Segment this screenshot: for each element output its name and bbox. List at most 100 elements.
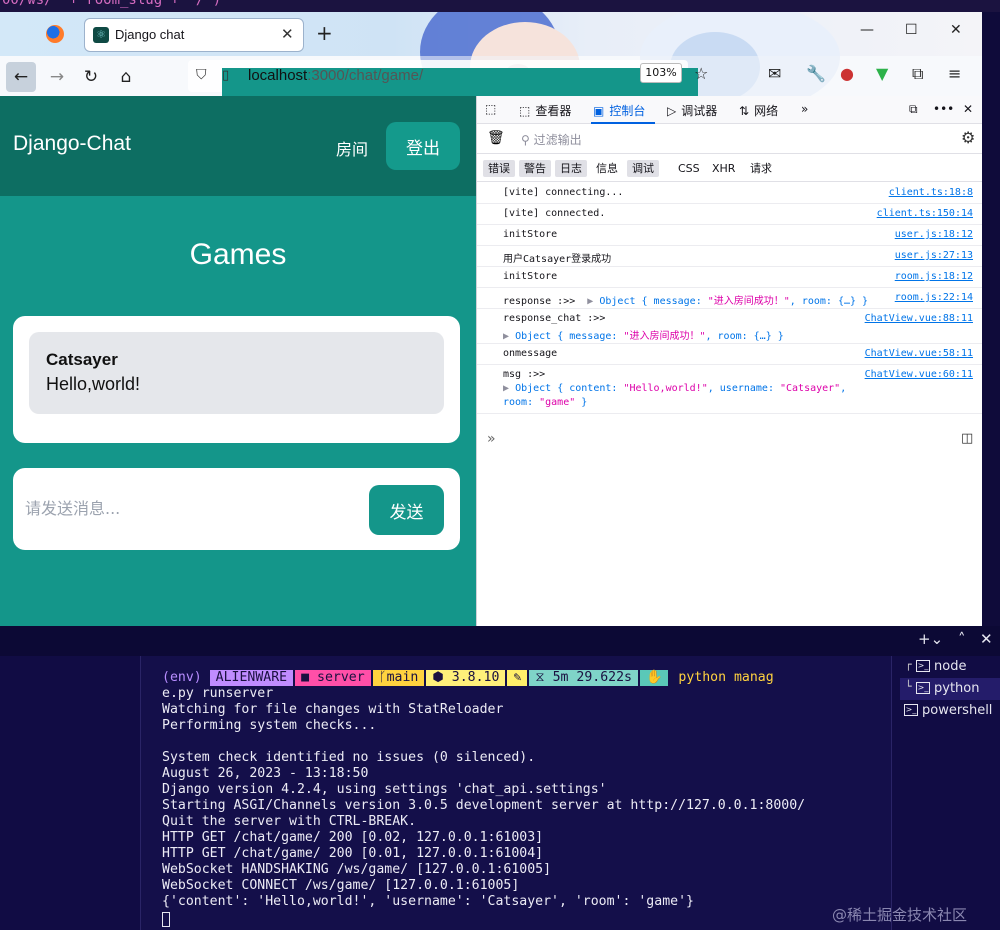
tab-title: Django chat: [115, 27, 185, 42]
log-level-filters: 错误 警告 日志 信息 调试 CSS XHR 请求: [477, 154, 982, 182]
terminal-line: August 26, 2023 - 13:18:50: [162, 766, 369, 781]
more-tabs-icon[interactable]: »: [801, 102, 808, 116]
url-text[interactable]: localhost:3000/chat/game/: [248, 67, 423, 84]
maximize-icon[interactable]: ☐: [905, 22, 918, 38]
terminal-line: HTTP GET /chat/game/ 200 [0.02, 127.0.0.…: [162, 830, 544, 845]
terminal-line: Performing system checks...: [162, 718, 377, 733]
console-row: [vite] connecting... client.ts:18:8: [477, 183, 982, 204]
tab-console[interactable]: ▣ 控制台: [593, 102, 645, 119]
terminal-line: e.py runserver: [162, 686, 274, 701]
source-link[interactable]: room.js:18:12: [895, 271, 973, 282]
object-expander[interactable]: Object { content: "Hello,world!", userna…: [515, 383, 846, 394]
source-link[interactable]: ChatView.vue:60:11: [865, 369, 973, 380]
console-row: [vite] connected. client.ts:150:14: [477, 204, 982, 225]
source-link[interactable]: user.js:18:12: [895, 229, 973, 240]
message-text: Hello,world!: [46, 374, 141, 394]
extension-red-icon[interactable]: ●: [840, 64, 854, 83]
tab-inspector[interactable]: ⬚ 查看器: [519, 102, 571, 119]
zoom-badge[interactable]: 103%: [640, 63, 682, 83]
filter-info[interactable]: 信息: [591, 160, 623, 177]
tools-icon[interactable]: 🔧: [806, 64, 826, 83]
settings-gear-icon[interactable]: ⚙: [961, 128, 975, 147]
chat-messages-card: Catsayer Hello,world!: [13, 316, 460, 443]
tab-network[interactable]: ⇅ 网络: [739, 102, 778, 119]
source-link[interactable]: ChatView.vue:88:11: [865, 313, 973, 324]
filter-debug[interactable]: 调试: [627, 160, 659, 177]
filter-xhr[interactable]: XHR: [707, 160, 740, 177]
terminal-line: WebSocket CONNECT /ws/game/ [127.0.0.1:6…: [162, 878, 520, 893]
filter-css[interactable]: CSS: [673, 160, 705, 177]
firefox-view-icon[interactable]: [46, 25, 64, 43]
console-row: initStore room.js:18:12: [477, 267, 982, 288]
terminal-panel: +⌄ ˄ ✕ (env) ALIENWARE ■ server ᚴmain ⬢ 3.8…: [0, 626, 1000, 930]
close-panel-icon[interactable]: ✕: [980, 630, 993, 648]
dock-icon[interactable]: ⧉: [909, 102, 918, 117]
shield-icon[interactable]: ⛉: [196, 67, 207, 83]
url-bar[interactable]: ⛉ ▯ localhost:3000/chat/game/: [188, 60, 698, 598]
source-link[interactable]: room.js:22:14: [895, 292, 973, 303]
vue-devtools-icon[interactable]: ▼: [876, 64, 888, 83]
terminal-output[interactable]: (env) ALIENWARE ■ server ᚴmain ⬢ 3.8.10 ✎ ⧖ 5…: [140, 656, 892, 930]
terminal-line: {'content': 'Hello,world!', 'username': …: [162, 894, 694, 909]
nav-toolbar: ← → ↻ ⌂ ⛉ ▯ localhost:3000/chat/game/ 10…: [0, 56, 982, 598]
console-row: response_chat :>> ▶ Object { message: "进…: [477, 309, 982, 344]
devtools-close-icon[interactable]: ✕: [963, 102, 973, 116]
bookmark-star-icon[interactable]: ☆: [694, 64, 708, 83]
source-link[interactable]: user.js:27:13: [895, 250, 973, 261]
tab-close-icon[interactable]: ✕: [281, 25, 294, 43]
terminal-line: System check identified no issues (0 sil…: [162, 750, 536, 765]
background-code-text: 00/ws/' + room_slug + '/'): [2, 0, 222, 8]
console-row: response :>> ▶ Object { message: "进入房间成功…: [477, 288, 982, 309]
terminal-item-python[interactable]: └ >_ python: [900, 678, 1000, 700]
element-picker-icon[interactable]: ⬚: [485, 102, 496, 116]
filter-errors[interactable]: 错误: [483, 160, 515, 177]
source-link[interactable]: client.ts:18:8: [889, 187, 973, 198]
terminal-item-node[interactable]: ┌ >_ node: [900, 656, 1000, 678]
maximize-panel-icon[interactable]: ˄: [958, 630, 966, 648]
terminal-line: Quit the server with CTRL-BREAK.: [162, 814, 417, 829]
window-close-icon[interactable]: ✕: [950, 22, 962, 38]
split-console-icon[interactable]: ◫: [961, 431, 973, 446]
terminal-line: Django version 4.2.4, using settings 'ch…: [162, 782, 607, 797]
console-prompt-icon[interactable]: »: [487, 431, 496, 447]
nav-rooms-link[interactable]: 房间: [336, 136, 368, 160]
console-filter-bar: 🗑 ⚲ 过滤输出 ⚙: [477, 124, 982, 154]
brand-logo[interactable]: Django-Chat: [13, 132, 131, 156]
send-form: 发送: [13, 468, 460, 550]
logout-button[interactable]: 登出: [386, 122, 460, 170]
tab-django-chat[interactable]: ⚛ Django chat ✕: [84, 18, 304, 52]
minimize-icon[interactable]: —: [860, 22, 874, 38]
shell-prompt: (env) ALIENWARE ■ server ᚴmain ⬢ 3.8.10 ✎ ⧖ 5…: [162, 670, 774, 686]
filter-requests[interactable]: 请求: [745, 160, 777, 177]
home-icon[interactable]: ⌂: [111, 62, 141, 92]
react-favicon-icon: ⚛: [93, 27, 109, 43]
chat-page: Django-Chat 房间 登出 Games Catsayer Hello,w…: [0, 96, 476, 626]
object-expander[interactable]: Object { message: "进入房间成功！", room: {…} }: [515, 331, 784, 342]
pocket-icon[interactable]: ✉: [768, 64, 781, 83]
filter-logs[interactable]: 日志: [555, 160, 587, 177]
tab-debugger[interactable]: ▷ 调试器: [667, 102, 717, 119]
filter-input[interactable]: ⚲ 过滤输出: [521, 131, 582, 148]
trash-icon[interactable]: 🗑: [487, 130, 505, 146]
terminal-cursor: [162, 912, 170, 928]
back-icon[interactable]: ←: [6, 62, 36, 92]
extensions-puzzle-icon[interactable]: ⧉: [912, 64, 923, 84]
tab-bar: ⚛ Django chat ✕ + — ☐ ✕: [0, 12, 982, 96]
terminal-item-powershell[interactable]: >_ powershell: [900, 700, 1000, 722]
new-terminal-icon[interactable]: +⌄: [918, 630, 943, 648]
source-link[interactable]: client.ts:150:14: [877, 208, 973, 219]
forward-icon[interactable]: →: [42, 62, 72, 92]
terminal-line: HTTP GET /chat/game/ 200 [0.01, 127.0.0.…: [162, 846, 544, 861]
menu-icon[interactable]: ≡: [948, 64, 961, 83]
new-tab-icon[interactable]: +: [316, 21, 333, 45]
source-link[interactable]: ChatView.vue:58:11: [865, 348, 973, 359]
background-code-strip: 00/ws/' + room_slug + '/'): [0, 0, 1000, 12]
send-button[interactable]: 发送: [369, 485, 444, 535]
devtools-menu-icon[interactable]: •••: [933, 102, 954, 116]
browser-window: ⚛ Django chat ✕ + — ☐ ✕ ← → ↻ ⌂ ⛉ ▯ loca…: [0, 12, 982, 626]
object-expander[interactable]: Object { message: "进入房间成功！", room: {…} }: [599, 296, 868, 307]
reload-icon[interactable]: ↻: [76, 62, 106, 92]
filter-warnings[interactable]: 警告: [519, 160, 551, 177]
message-input[interactable]: [25, 490, 355, 526]
devtools-panel: ⬚ ⬚ 查看器 ▣ 控制台 ▷ 调试器 ⇅ 网络 » ⧉ ••• ✕ 🗑 ⚲ 过滤输出 …: [476, 96, 982, 626]
